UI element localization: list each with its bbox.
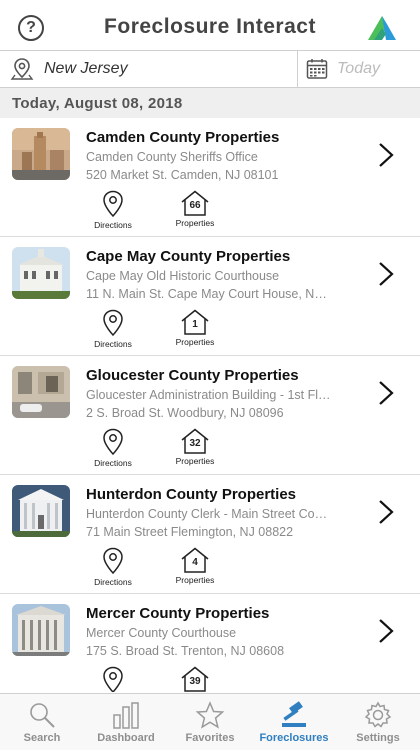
map-pin-icon xyxy=(10,58,34,80)
app-header: ? Foreclosure Interact xyxy=(0,0,420,54)
chevron-right-icon[interactable] xyxy=(378,261,394,287)
star-icon xyxy=(195,701,225,729)
chevron-right-icon[interactable] xyxy=(378,380,394,406)
help-icon[interactable]: ? xyxy=(18,15,44,41)
date-section-header: Today, August 08, 2018 xyxy=(0,88,420,118)
property-address: 520 Market St. Camden, NJ 08101 xyxy=(86,168,279,182)
tab-bar: Search Dashboard Favorites Foreclosures … xyxy=(0,693,420,750)
bar-chart-icon xyxy=(113,702,139,729)
property-count: 39 xyxy=(189,676,201,687)
property-title: Camden County Properties xyxy=(86,129,280,146)
property-thumbnail xyxy=(12,128,70,180)
property-address: 2 S. Broad St. Woodbury, NJ 08096 xyxy=(86,406,284,420)
location-value: New Jersey xyxy=(44,60,128,77)
property-thumbnail xyxy=(12,366,70,418)
property-venue: Hunterdon County Clerk - Main Street Co… xyxy=(86,507,328,521)
chevron-right-icon[interactable] xyxy=(378,618,394,644)
properties-button[interactable]: 1 Properties xyxy=(170,309,220,347)
property-count: 32 xyxy=(189,438,201,449)
directions-button[interactable]: Directions xyxy=(88,547,138,587)
property-venue: Mercer County Courthouse xyxy=(86,626,237,640)
tab-foreclosures[interactable]: Foreclosures xyxy=(252,694,336,750)
list-item[interactable]: Hunterdon County Properties Hunterdon Co… xyxy=(0,475,420,594)
tab-search[interactable]: Search xyxy=(0,694,84,750)
property-count: 4 xyxy=(192,557,198,568)
list-item[interactable]: Mercer County Properties Mercer County C… xyxy=(0,594,420,692)
property-count: 66 xyxy=(189,200,201,211)
directions-button[interactable]: Directions xyxy=(88,309,138,349)
directions-label: Directions xyxy=(94,577,132,587)
tab-dashboard[interactable]: Dashboard xyxy=(84,694,168,750)
property-thumbnail xyxy=(12,247,70,299)
date-selector[interactable]: Today xyxy=(298,51,420,87)
directions-label: Directions xyxy=(94,458,132,468)
properties-label: Properties xyxy=(175,456,215,466)
list-item[interactable]: Camden County Properties Camden County S… xyxy=(0,118,420,237)
tab-label: Dashboard xyxy=(97,732,155,744)
directions-label: Directions xyxy=(94,339,132,349)
property-venue: Cape May Old Historic Courthouse xyxy=(86,269,280,283)
directions-label: Directions xyxy=(94,220,132,230)
properties-button[interactable]: 66 Properties xyxy=(170,190,220,228)
calendar-icon xyxy=(306,59,328,79)
location-selector[interactable]: New Jersey xyxy=(0,51,298,87)
property-address: 71 Main Street Flemington, NJ 08822 xyxy=(86,525,294,539)
properties-button[interactable]: 32 Properties xyxy=(170,428,220,466)
property-venue: Gloucester Administration Building - 1st… xyxy=(86,388,331,402)
properties-label: Properties xyxy=(175,575,215,585)
filter-bar: New Jersey Today xyxy=(0,50,420,88)
properties-label: Properties xyxy=(175,218,215,228)
tab-label: Foreclosures xyxy=(259,732,329,744)
tab-label: Search xyxy=(23,732,61,744)
property-list: Camden County Properties Camden County S… xyxy=(0,118,420,692)
property-thumbnail xyxy=(12,604,70,656)
tab-label: Settings xyxy=(356,732,400,744)
app-title: Foreclosure Interact xyxy=(104,15,316,38)
map-pin-icon xyxy=(103,547,123,575)
list-item[interactable]: Gloucester County Properties Gloucester … xyxy=(0,356,420,475)
properties-button[interactable]: 39 Properties xyxy=(170,666,220,692)
property-title: Mercer County Properties xyxy=(86,605,270,622)
map-pin-icon xyxy=(103,666,123,692)
property-address: 175 S. Broad St. Trenton, NJ 08608 xyxy=(86,644,285,658)
properties-button[interactable]: 4 Properties xyxy=(170,547,220,585)
property-thumbnail xyxy=(12,485,70,537)
search-icon xyxy=(30,703,55,728)
property-venue: Camden County Sheriffs Office xyxy=(86,150,258,164)
chevron-right-icon[interactable] xyxy=(378,499,394,525)
property-title: Hunterdon County Properties xyxy=(86,486,297,503)
gavel-icon xyxy=(282,701,306,727)
date-value: Today xyxy=(337,60,380,77)
property-address: 11 N. Main St. Cape May Court House, N… xyxy=(86,287,327,301)
property-title: Cape May County Properties xyxy=(86,248,291,265)
directions-button[interactable]: Directions xyxy=(88,190,138,230)
map-pin-icon xyxy=(103,190,123,218)
chevron-right-icon[interactable] xyxy=(378,142,394,168)
directions-button[interactable]: Directions xyxy=(88,666,138,692)
map-pin-icon xyxy=(103,309,123,337)
list-item[interactable]: Cape May County Properties Cape May Old … xyxy=(0,237,420,356)
tab-favorites[interactable]: Favorites xyxy=(168,694,252,750)
tab-settings[interactable]: Settings xyxy=(336,694,420,750)
property-count: 1 xyxy=(192,319,198,330)
properties-label: Properties xyxy=(175,337,215,347)
app-logo xyxy=(368,16,396,40)
map-pin-icon xyxy=(103,428,123,456)
directions-button[interactable]: Directions xyxy=(88,428,138,468)
tab-label: Favorites xyxy=(185,732,235,744)
property-title: Gloucester County Properties xyxy=(86,367,299,384)
gear-icon xyxy=(364,701,392,728)
